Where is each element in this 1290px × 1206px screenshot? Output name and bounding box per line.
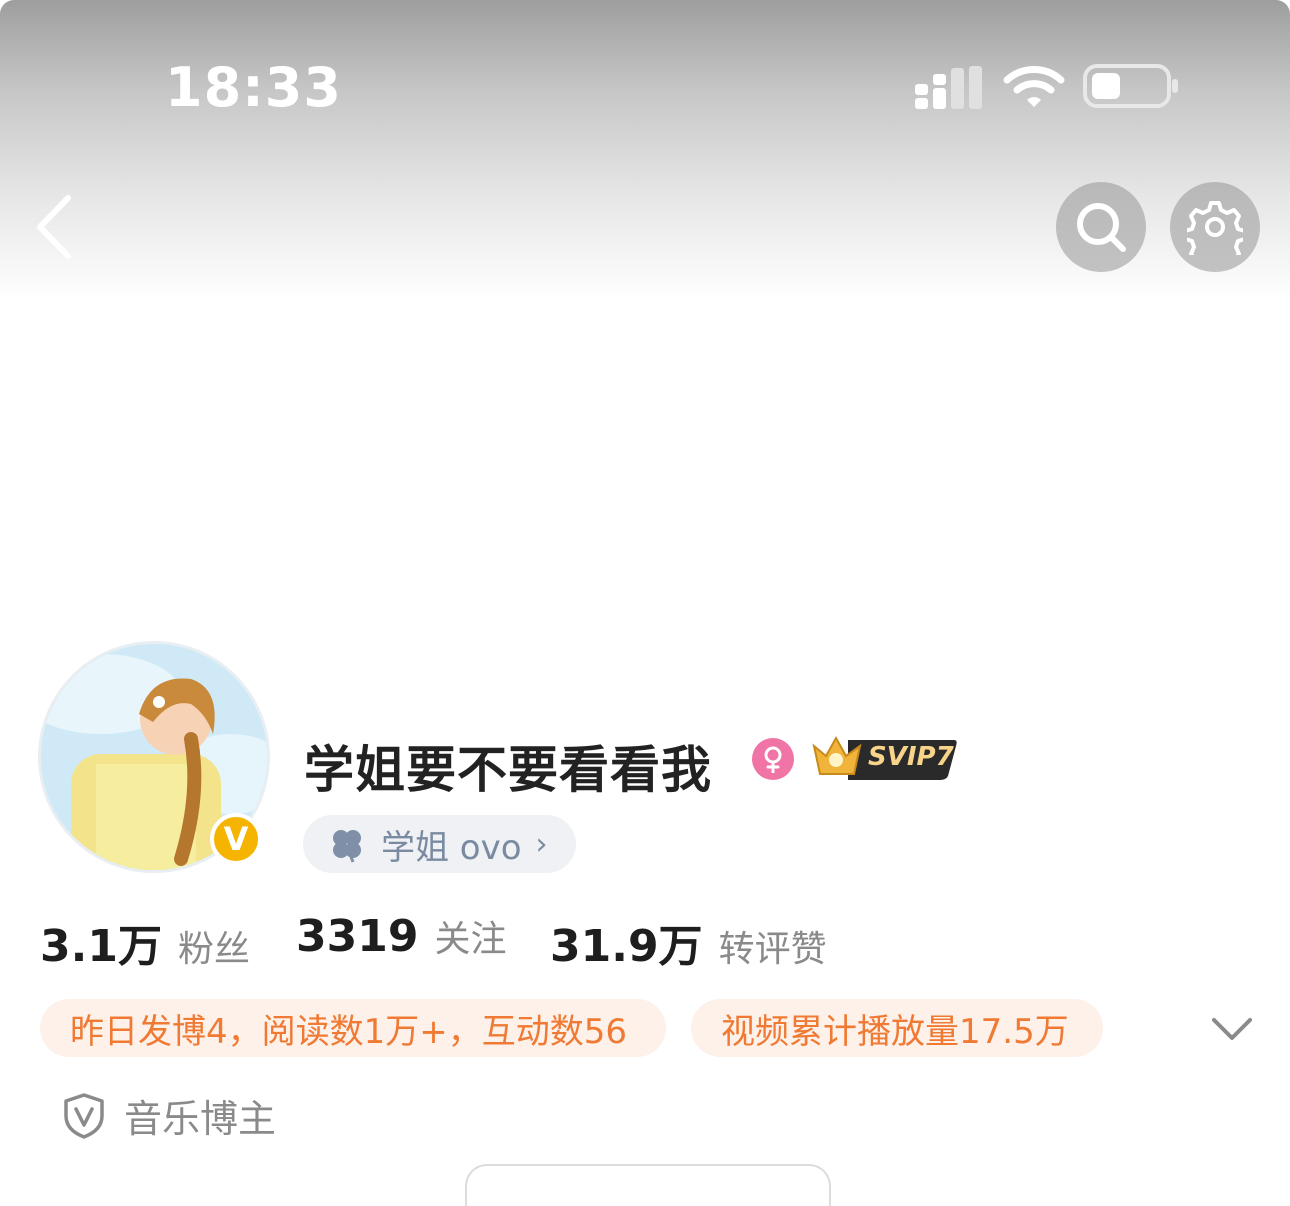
settings-button[interactable] bbox=[1170, 182, 1260, 272]
role-text: 音乐博主 bbox=[124, 1097, 277, 1141]
followers-count: 3.1万 bbox=[40, 921, 162, 972]
followers-stat[interactable]: 3.1万 粉丝 bbox=[40, 910, 250, 974]
search-button[interactable] bbox=[1056, 182, 1146, 272]
avatar[interactable]: V bbox=[38, 641, 270, 873]
video-plays-tag[interactable]: 视频累计播放量17.5万 bbox=[691, 999, 1103, 1057]
interactions-stat[interactable]: 31.9万 转评赞 bbox=[550, 910, 827, 974]
gear-icon bbox=[1187, 201, 1243, 255]
yesterday-stats-tag[interactable]: 昨日发博4，阅读数1万+，互动数56 bbox=[40, 999, 666, 1057]
wifi-icon bbox=[1003, 66, 1065, 107]
shield-v-icon bbox=[64, 1092, 104, 1139]
svip-label: SVIP7 bbox=[868, 742, 954, 772]
svip-badge[interactable]: SVIP7 bbox=[808, 732, 960, 782]
following-count: 3319 bbox=[296, 911, 419, 962]
verified-badge: V bbox=[210, 813, 262, 865]
search-icon bbox=[1077, 203, 1126, 252]
nickname-pill[interactable]: 学姐 ovo › bbox=[303, 815, 576, 873]
status-time: 18:33 bbox=[165, 56, 342, 119]
username: 学姐要不要看看我 bbox=[304, 741, 712, 799]
female-icon bbox=[752, 738, 794, 780]
interactions-label: 转评赞 bbox=[718, 929, 827, 970]
clover-icon bbox=[333, 830, 361, 863]
interactions-count: 31.9万 bbox=[550, 921, 703, 972]
following-label: 关注 bbox=[434, 919, 507, 960]
chevron-right-icon: › bbox=[535, 826, 548, 862]
cellular-signal-icon bbox=[915, 66, 982, 109]
nickname-text: 学姐 ovo bbox=[381, 827, 522, 868]
bottom-action-pill[interactable] bbox=[465, 1164, 831, 1206]
role-row: 音乐博主 bbox=[62, 1088, 276, 1143]
battery-icon bbox=[1083, 64, 1178, 108]
following-stat[interactable]: 3319 关注 bbox=[296, 910, 506, 962]
chevron-down-icon[interactable] bbox=[1210, 1012, 1254, 1044]
back-chevron-icon[interactable] bbox=[30, 192, 80, 262]
followers-label: 粉丝 bbox=[177, 929, 250, 970]
